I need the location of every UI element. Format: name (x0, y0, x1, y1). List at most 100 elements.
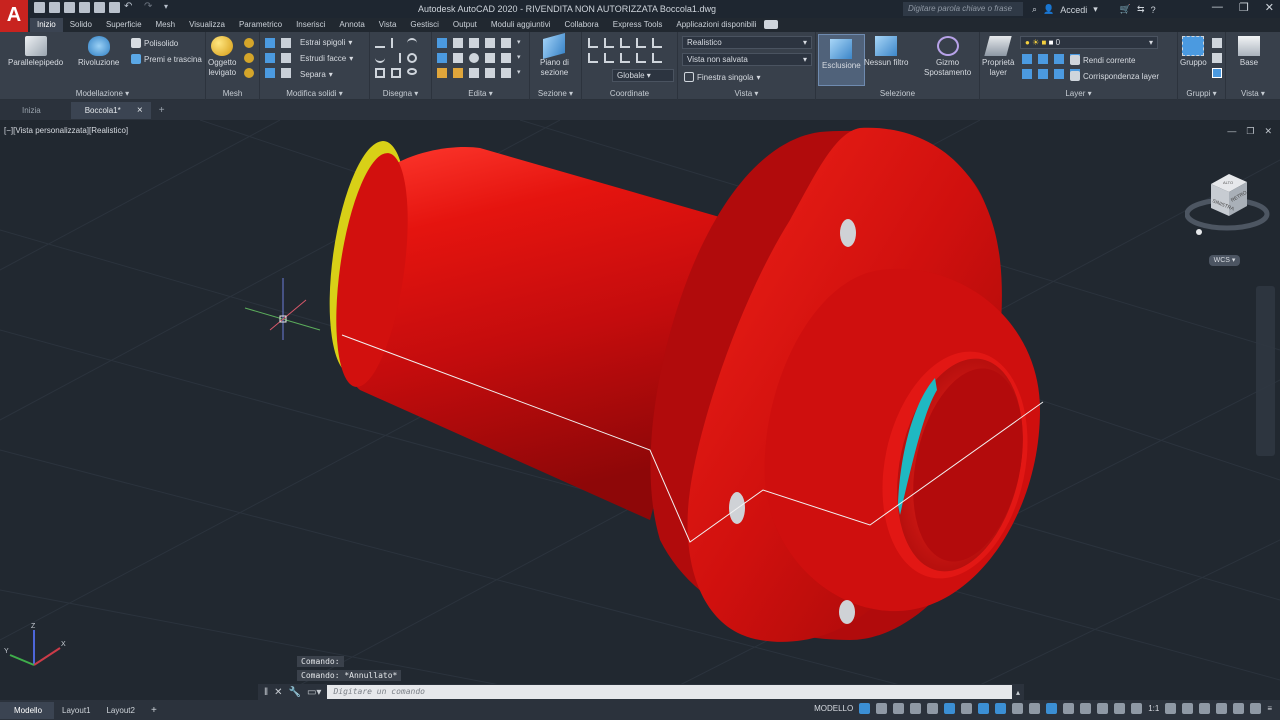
ribbon-tab-output[interactable]: Output (446, 18, 484, 32)
exchange-icon[interactable]: ⇆ (1137, 4, 1145, 15)
panel-title-layer[interactable]: Layer ▾ (980, 89, 1177, 98)
estrudi-facce-button[interactable]: Estrudi facce ▾ (300, 54, 353, 63)
parallelepipedo-button[interactable]: Parallelepipedo (8, 36, 63, 68)
close-icon[interactable]: ✕ (1265, 1, 1274, 14)
selection-cycling-icon[interactable] (1046, 703, 1058, 714)
grid-icon[interactable] (859, 703, 871, 714)
extrude-faces-icon[interactable] (281, 53, 291, 63)
redo-icon[interactable]: ↷ (144, 2, 160, 13)
ucs-view-icon[interactable] (620, 53, 630, 63)
tab-inizia[interactable]: Inizia (0, 102, 71, 119)
maximize-icon[interactable]: ❐ (1239, 1, 1249, 14)
viewcube-home-icon[interactable] (1196, 229, 1202, 235)
bolt-hole-bottom[interactable] (839, 600, 855, 624)
command-customize-icon[interactable]: 🔧 (289, 687, 301, 698)
diagonal-line-icon[interactable] (391, 53, 401, 63)
plot-icon[interactable] (109, 2, 120, 13)
array-icon[interactable] (437, 38, 447, 48)
ucs-x-icon[interactable] (620, 38, 630, 48)
ucs-icon[interactable] (588, 38, 598, 48)
fillet-icon[interactable] (437, 53, 447, 63)
chamfer-icon[interactable] (453, 53, 463, 63)
panel-title-coordinate[interactable]: Coordinate (582, 89, 677, 98)
command-prompt-icon[interactable]: ▭▾ (307, 687, 321, 698)
selection-filter-icon[interactable] (1097, 703, 1109, 714)
panel-title-modifica[interactable]: Modifica solidi ▾ (260, 89, 369, 98)
chevron-down-icon[interactable]: ▾ (1093, 4, 1098, 15)
ucs-object-icon[interactable] (636, 53, 646, 63)
dynamic-ucs-icon[interactable] (1080, 703, 1092, 714)
gizmo-button[interactable]: Gizmo Spostamento (924, 36, 971, 78)
intersect-icon[interactable] (265, 68, 275, 78)
edit-chevron3-icon[interactable]: ▾ (517, 68, 527, 78)
model-canvas[interactable]: Z X Y (0, 119, 1280, 686)
infer-icon[interactable] (893, 703, 905, 714)
ribbon-extra-icon[interactable] (764, 20, 778, 29)
move-icon[interactable] (469, 38, 479, 48)
tab-layout1[interactable]: Layout1 (54, 702, 98, 719)
save-icon[interactable] (64, 2, 75, 13)
named-view-select[interactable]: Vista non salvata ▾ (682, 53, 812, 66)
corrispondenza-layer-button[interactable]: Corrispondenza layer (1070, 71, 1159, 81)
layer-on-icon[interactable] (1022, 69, 1032, 79)
rectangle-icon[interactable] (391, 68, 401, 78)
isolate-objects-icon[interactable] (1216, 703, 1228, 714)
annotation-monitor-icon[interactable] (1182, 703, 1194, 714)
offset-icon[interactable] (485, 38, 495, 48)
circle-icon[interactable] (407, 53, 417, 63)
clean-screen-icon[interactable] (1250, 703, 1262, 714)
proprieta-layer-button[interactable]: Proprietà layer (982, 36, 1014, 78)
mesh-smooth-icon[interactable] (244, 38, 254, 48)
ribbon-tab-inizio[interactable]: Inizio (30, 18, 63, 32)
units-icon[interactable] (1199, 703, 1211, 714)
rendi-corrente-button[interactable]: Rendi corrente (1070, 55, 1135, 65)
tab-boccola1[interactable]: Boccola1* × (70, 101, 151, 119)
panel-title-edita[interactable]: Edita ▾ (432, 89, 529, 98)
base-button[interactable]: Base (1238, 36, 1260, 68)
layer-off-icon[interactable] (1022, 54, 1032, 64)
undo-icon[interactable]: ↶ (124, 2, 140, 13)
viewcube[interactable]: ALTO SINISTRA RETRO (1184, 170, 1270, 242)
isodraft-icon[interactable] (961, 703, 973, 714)
polisolido-button[interactable]: Polisolido (131, 38, 178, 48)
estrai-spigoli-button[interactable]: Estrai spigoli ▾ (300, 38, 352, 47)
trim-icon[interactable] (501, 38, 511, 48)
new-tab-button[interactable]: + (151, 101, 173, 120)
ucs-origin-icon[interactable] (588, 53, 598, 63)
customize-chevron-icon[interactable]: ▾ (164, 2, 175, 13)
piano-sezione-button[interactable]: Piano di sezione (540, 33, 569, 78)
tab-layout2[interactable]: Layout2 (98, 702, 142, 719)
panel-title-modellazione[interactable]: Modellazione ▾ (0, 89, 205, 98)
visual-style-select[interactable]: Realistico ▾ (682, 36, 812, 49)
finestra-singola-button[interactable]: Finestra singola ▾ (684, 72, 761, 82)
coordinate-globale-select[interactable]: Globale ▾ (612, 69, 674, 82)
erase-icon[interactable] (437, 68, 447, 78)
separa-button[interactable]: Separa ▾ (300, 70, 333, 79)
panel-title-mesh[interactable]: Mesh (206, 89, 259, 98)
new-file-icon[interactable] (34, 2, 45, 13)
dynamic-input-icon[interactable] (910, 703, 922, 714)
arc-icon[interactable] (407, 38, 417, 48)
stretch-icon[interactable] (469, 68, 479, 78)
ucs-y-icon[interactable] (636, 38, 646, 48)
group-edit-icon[interactable] (1212, 53, 1222, 63)
open-file-icon[interactable] (49, 2, 60, 13)
search-icon[interactable]: ⌕ (1032, 4, 1037, 15)
ribbon-tab-gestisci[interactable]: Gestisci (403, 18, 445, 32)
rivoluzione-button[interactable]: Rivoluzione (78, 36, 119, 68)
separate-icon[interactable] (281, 68, 291, 78)
ribbon-tab-inserisci[interactable]: Inserisci (289, 18, 332, 32)
viewport-restore-icon[interactable]: ❐ (1246, 126, 1254, 137)
panel-title-disegna[interactable]: Disegna ▾ (370, 89, 431, 98)
ribbon-tab-applicazioni-disponibili[interactable]: Applicazioni disponibili (669, 18, 763, 32)
ucs-face-icon[interactable] (604, 53, 614, 63)
subtract-icon[interactable] (265, 53, 275, 63)
osnap-icon[interactable] (995, 703, 1007, 714)
search-input[interactable]: Digitare parola chiave o frase (903, 2, 1023, 16)
panel-title-selezione[interactable]: Selezione (816, 89, 979, 98)
edit-chevron-icon[interactable]: ▾ (517, 38, 527, 48)
edit-chevron2-icon[interactable]: ▾ (517, 53, 527, 63)
snap-icon[interactable] (876, 703, 888, 714)
panel-title-vista[interactable]: Vista ▾ (678, 89, 815, 98)
copy-icon[interactable] (485, 53, 495, 63)
